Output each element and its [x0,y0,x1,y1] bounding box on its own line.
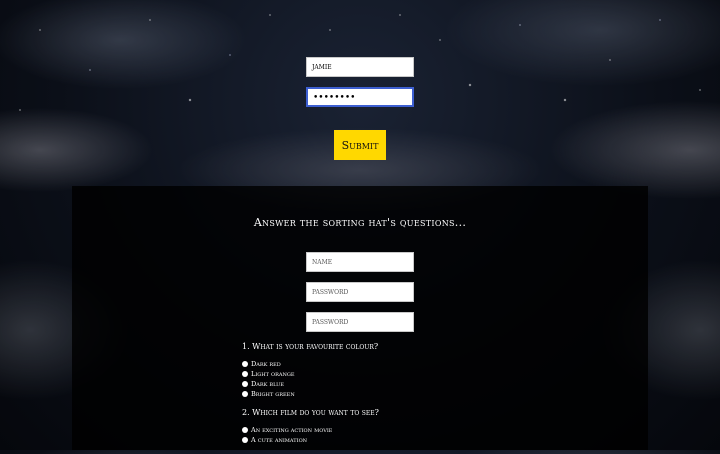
option-label: Dark red [251,360,281,368]
option-bright-green[interactable]: Bright green [242,389,379,399]
radio-icon[interactable] [242,437,248,443]
password-input[interactable]: password [306,282,414,302]
name-input[interactable]: name [306,252,414,272]
question-2-options: An exciting action movie A cute animatio… [242,425,379,445]
question-1-options: Dark red Light orange Dark blue Bright g… [242,359,379,399]
option-label: Dark blue [251,380,284,388]
password-field[interactable]: •••••••• [306,87,414,107]
option-label: Bright green [251,390,295,398]
quiz: 1. What is your favourite colour? Dark r… [242,342,379,454]
radio-icon[interactable] [242,361,248,367]
radio-icon[interactable] [242,371,248,377]
radio-icon[interactable] [242,427,248,433]
panel-title: Answer the sorting hat's questions... [253,216,467,229]
login-form: jamie •••••••• [306,57,414,107]
option-label: Light orange [251,370,295,378]
radio-icon[interactable] [242,381,248,387]
sorting-hat-panel: Answer the sorting hat's questions... na… [72,186,648,450]
option-dark-red[interactable]: Dark red [242,359,379,369]
option-dark-blue[interactable]: Dark blue [242,379,379,389]
option-light-orange[interactable]: Light orange [242,369,379,379]
password-confirm-input[interactable]: password [306,312,414,332]
question-1: 1. What is your favourite colour? [242,342,379,351]
option-label: A cute animation [251,436,308,444]
option-label: An exciting action movie [251,426,333,434]
submit-button[interactable]: Submit [334,130,386,160]
username-field[interactable]: jamie [306,57,414,77]
option-animation[interactable]: A cute animation [242,435,379,445]
radio-icon[interactable] [242,391,248,397]
option-action-movie[interactable]: An exciting action movie [242,425,379,435]
question-2: 2. Which film do you want to see? [242,408,379,417]
